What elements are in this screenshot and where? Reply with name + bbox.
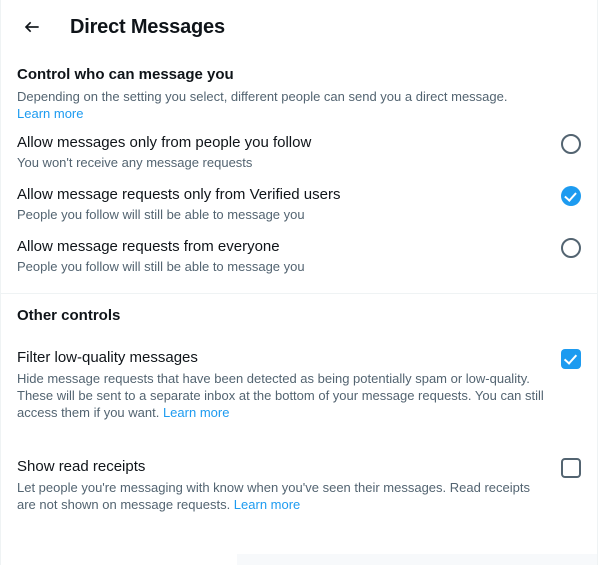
section-other-controls: Other controls (1, 294, 597, 326)
learn-more-link-control[interactable]: Learn more (17, 106, 83, 121)
option-row-verified-only[interactable]: Allow message requests only from Verifie… (1, 178, 597, 230)
setting-text-show-read-receipts: Show read receipts Let people you're mes… (17, 457, 561, 513)
setting-label-show-read-receipts: Show read receipts (17, 458, 146, 475)
radio-follow-only[interactable] (561, 134, 581, 154)
checkbox-show-read-receipts[interactable] (561, 458, 581, 478)
direct-messages-settings-page: Direct Messages Control who can message … (0, 0, 598, 565)
setting-description-show-read-receipts: Let people you're messaging with know wh… (17, 479, 545, 513)
setting-description-text-filter: Hide message requests that have been det… (17, 371, 544, 420)
page-header: Direct Messages (1, 0, 597, 53)
option-label-follow-only: Allow messages only from people you foll… (17, 134, 312, 151)
setting-text-filter-low-quality: Filter low-quality messages Hide message… (17, 348, 561, 421)
radio-option-group: Allow messages only from people you foll… (1, 126, 597, 282)
back-button[interactable] (15, 10, 49, 44)
option-sublabel-verified-only: People you follow will still be able to … (17, 207, 305, 222)
option-row-follow-only[interactable]: Allow messages only from people you foll… (1, 126, 597, 178)
option-label-verified-only: Allow message requests only from Verifie… (17, 186, 341, 203)
setting-row-show-read-receipts[interactable]: Show read receipts Let people you're mes… (1, 445, 597, 523)
setting-row-filter-low-quality[interactable]: Filter low-quality messages Hide message… (1, 336, 597, 431)
option-sublabel-everyone: People you follow will still be able to … (17, 259, 305, 274)
option-text-verified-only: Allow message requests only from Verifie… (17, 185, 561, 223)
section-title-other-controls: Other controls (17, 307, 121, 324)
section-description-control: Depending on the setting you select, dif… (17, 88, 562, 122)
radio-verified-only[interactable] (561, 186, 581, 206)
setting-label-filter-low-quality: Filter low-quality messages (17, 349, 198, 366)
radio-everyone[interactable] (561, 238, 581, 258)
learn-more-link-receipts[interactable]: Learn more (234, 497, 300, 512)
learn-more-link-filter[interactable]: Learn more (163, 405, 229, 420)
section-control-who-can-message: Control who can message you Depending on… (1, 53, 597, 126)
page-title: Direct Messages (70, 15, 225, 38)
option-label-everyone: Allow message requests from everyone (17, 238, 280, 255)
section-description-text: Depending on the setting you select, dif… (17, 89, 508, 104)
option-text-everyone: Allow message requests from everyone Peo… (17, 237, 561, 275)
checkbox-filter-low-quality[interactable] (561, 349, 581, 369)
section-title-control: Control who can message you (17, 66, 234, 83)
option-sublabel-follow-only: You won't receive any message requests (17, 155, 253, 170)
setting-description-filter-low-quality: Hide message requests that have been det… (17, 370, 545, 421)
option-text-follow-only: Allow messages only from people you foll… (17, 133, 561, 171)
arrow-left-icon (22, 17, 42, 37)
bottom-panel-edge (237, 554, 597, 565)
option-row-everyone[interactable]: Allow message requests from everyone Peo… (1, 230, 597, 282)
